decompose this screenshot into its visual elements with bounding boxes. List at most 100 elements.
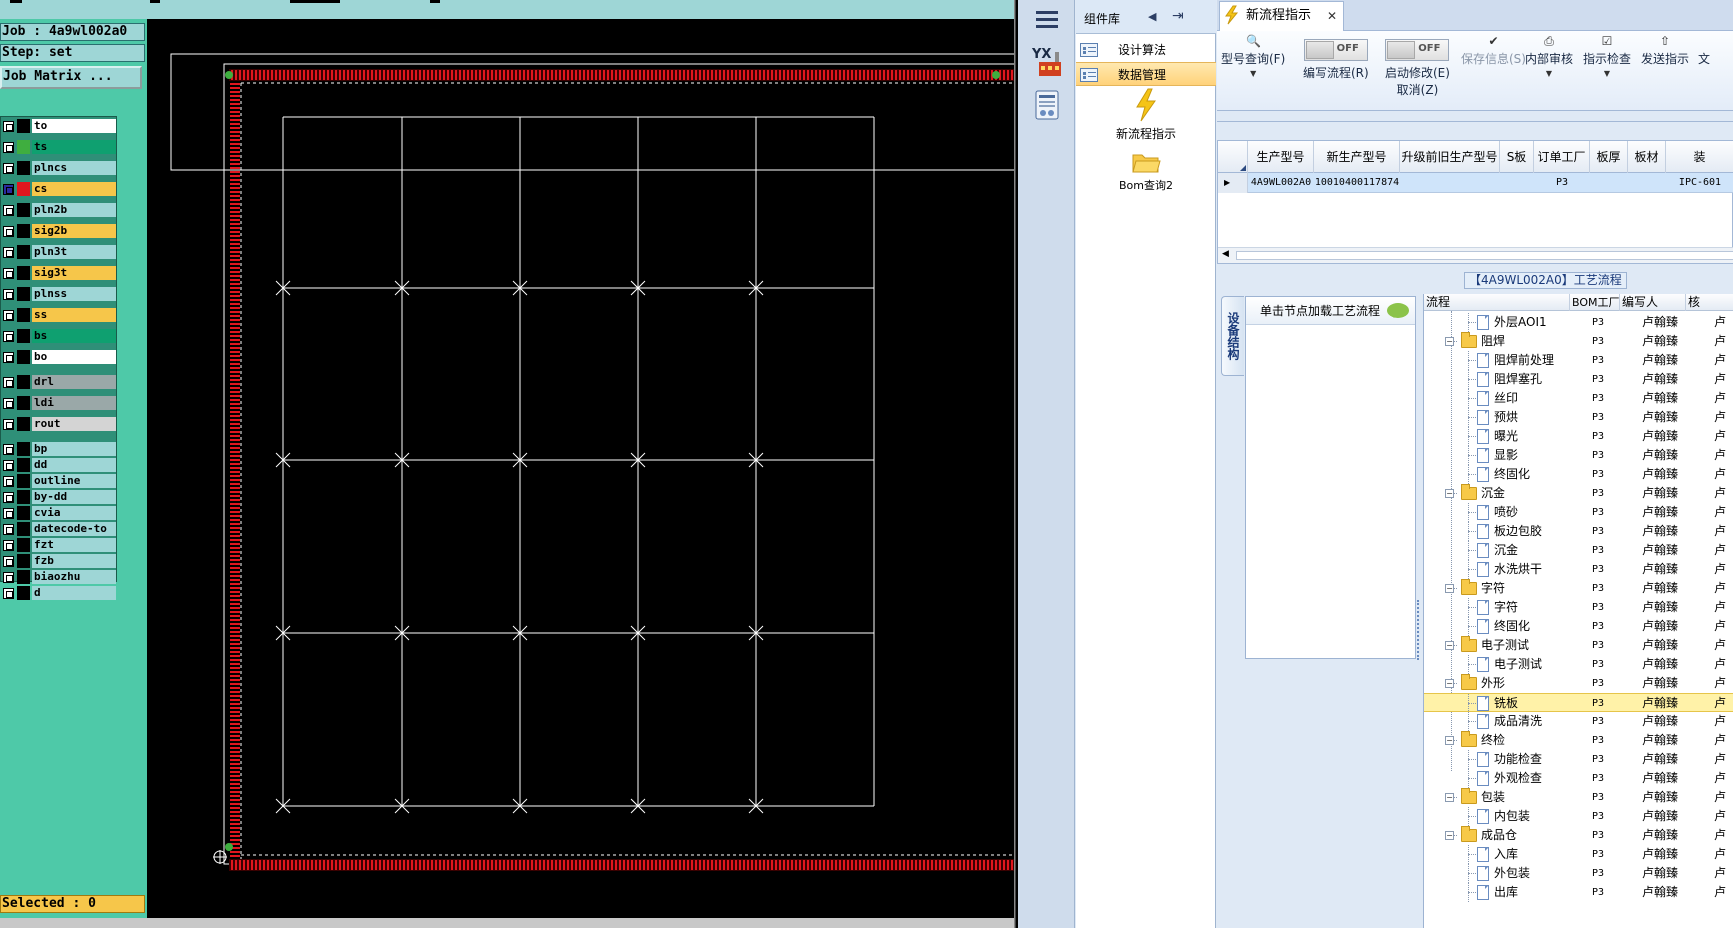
layer-color-swatch[interactable] [17,329,30,343]
grid-cell[interactable] [1400,173,1500,193]
grid-column-header[interactable]: 新生产型号 [1314,141,1400,173]
layer-color-swatch[interactable] [17,506,30,520]
layer-name[interactable]: cvia [32,506,116,520]
quick-bom-query[interactable]: Bom查询2 [1096,150,1196,193]
factory-logo-icon[interactable]: YX [1030,44,1064,78]
layer-color-swatch[interactable] [17,586,30,600]
ribbon-button[interactable]: ⇧ 发送指示 [1641,35,1689,67]
layer-name[interactable]: ts [32,140,116,154]
tree-folder-row[interactable]: − 字符 P3 卢翰臻 卢 [1424,579,1733,598]
library-item-data[interactable]: 数据管理 [1076,62,1216,86]
tree-row[interactable]: 出库 P3 卢翰臻 卢 [1424,883,1733,902]
layer-row[interactable]: d [1,585,117,601]
layer-name[interactable]: datecode-to [32,522,116,536]
grid-cell[interactable] [1590,173,1628,193]
collapse-icon[interactable]: − [1445,641,1454,650]
tree-row[interactable]: 沉金 P3 卢翰臻 卢 [1424,541,1733,560]
collapse-icon[interactable]: − [1445,679,1454,688]
layer-color-swatch[interactable] [17,554,30,568]
tree-row[interactable]: 入库 P3 卢翰臻 卢 [1424,845,1733,864]
layer-color-swatch[interactable] [17,224,30,238]
layer-color-swatch[interactable] [17,245,30,259]
grid-column-header[interactable]: 装 [1666,141,1733,173]
tree-row[interactable]: 外层AOI1 P3 卢翰臻 卢 [1424,313,1733,332]
collapse-icon[interactable]: − [1445,584,1454,593]
layer-color-swatch[interactable] [17,458,30,472]
grid-cell[interactable]: P3 [1534,173,1590,193]
toggle-switch[interactable]: OFF [1303,39,1368,61]
layer-color-swatch[interactable] [17,417,30,431]
tab-new-process[interactable]: 新流程指示 ✕ [1219,1,1344,31]
layer-row[interactable]: pln2b [1,202,117,218]
layer-name[interactable]: fzt [32,538,116,552]
layer-row[interactable]: bo [1,349,117,365]
ribbon-button[interactable]: 🔍 型号查询(F) ▼ [1221,35,1285,79]
layer-row[interactable]: sig2b [1,223,117,239]
grid-cell[interactable] [1500,173,1534,193]
chat-bubble-icon[interactable] [1387,303,1409,318]
collapse-icon[interactable]: − [1445,736,1454,745]
dropdown-icon[interactable]: ▼ [1221,69,1285,78]
layer-name[interactable]: plnss [32,287,116,301]
collapse-icon[interactable]: − [1445,489,1454,498]
layer-color-swatch[interactable] [17,266,30,280]
layer-name[interactable]: fzb [32,554,116,568]
layer-row[interactable]: cs [1,181,117,197]
layer-row[interactable]: plnss [1,286,117,302]
layer-row[interactable]: sig3t [1,265,117,281]
menu-icon[interactable] [1030,2,1064,36]
layer-name[interactable]: outline [32,474,116,488]
layer-row[interactable]: dd [1,457,117,473]
tab-equipment-structure[interactable]: 设备结构 [1221,296,1244,376]
layer-row[interactable]: drl [1,374,117,390]
layer-row[interactable]: bs [1,328,117,344]
tree-row[interactable]: 字符 P3 卢翰臻 卢 [1424,598,1733,617]
tree-row[interactable]: 喷砂 P3 卢翰臻 卢 [1424,503,1733,522]
grid-column-header[interactable]: 板材 [1628,141,1666,173]
dropdown-icon[interactable]: ▼ [1583,69,1631,78]
layer-color-swatch[interactable] [17,570,30,584]
layer-color-swatch[interactable] [17,522,30,536]
layer-name[interactable]: bp [32,442,116,456]
tree-row[interactable]: 外包装 P3 卢翰臻 卢 [1424,864,1733,883]
toggle-switch[interactable]: OFF [1385,39,1450,61]
layer-color-swatch[interactable] [17,442,30,456]
layer-checkbox[interactable] [3,524,14,535]
layer-row[interactable]: datecode-to [1,521,117,537]
layer-checkbox[interactable] [3,289,14,300]
grid-row[interactable]: ▶ 4A9WL002A0 10010400117874 P3 IPC-601 [1218,173,1733,193]
ribbon-button[interactable]: OFF 编写流程(R) [1303,35,1369,81]
layer-row[interactable]: bp [1,441,117,457]
layer-row[interactable]: by-dd [1,489,117,505]
layer-color-swatch[interactable] [17,308,30,322]
tree-folder-row[interactable]: − 成品仓 P3 卢翰臻 卢 [1424,826,1733,845]
layer-checkbox[interactable] [3,556,14,567]
layer-checkbox[interactable] [3,492,14,503]
ribbon-button[interactable]: OFF 启动修改(E) 取消(Z) [1385,35,1450,98]
layer-row[interactable]: biaozhu [1,569,117,585]
tree-folder-row[interactable]: − 电子测试 P3 卢翰臻 卢 [1424,636,1733,655]
tree-row[interactable]: 电子测试 P3 卢翰臻 卢 [1424,655,1733,674]
pin-icon[interactable]: ⇥ [1172,8,1184,24]
layer-color-swatch[interactable] [17,375,30,389]
layer-row[interactable]: ldi [1,395,117,411]
report-icon[interactable] [1030,88,1064,122]
layer-name[interactable]: bo [32,350,116,364]
grid-cell[interactable]: IPC-601 [1666,173,1733,193]
tree-column-header[interactable]: 核 [1686,294,1733,311]
tree-folder-row[interactable]: − 阻焊 P3 卢翰臻 卢 [1424,332,1733,351]
tree-folder-row[interactable]: − 终检 P3 卢翰臻 卢 [1424,731,1733,750]
layer-checkbox[interactable] [3,142,14,153]
tree-folder-row[interactable]: − 外形 P3 卢翰臻 卢 [1424,674,1733,693]
collapse-left-icon[interactable]: ◀ [1148,10,1156,23]
grid-column-header[interactable]: 升级前旧生产型号 [1400,141,1500,173]
cam-graphics-canvas[interactable] [147,19,1016,928]
layer-color-swatch[interactable] [17,203,30,217]
layer-checkbox[interactable] [3,352,14,363]
layer-name[interactable]: bs [32,329,116,343]
grid-cell[interactable]: 4A9WL002A0 [1248,173,1314,193]
layer-row[interactable]: plncs [1,160,117,176]
grid-column-header[interactable]: 板厚 [1590,141,1628,173]
layer-name[interactable]: to [32,119,116,133]
layer-row[interactable]: fzb [1,553,117,569]
